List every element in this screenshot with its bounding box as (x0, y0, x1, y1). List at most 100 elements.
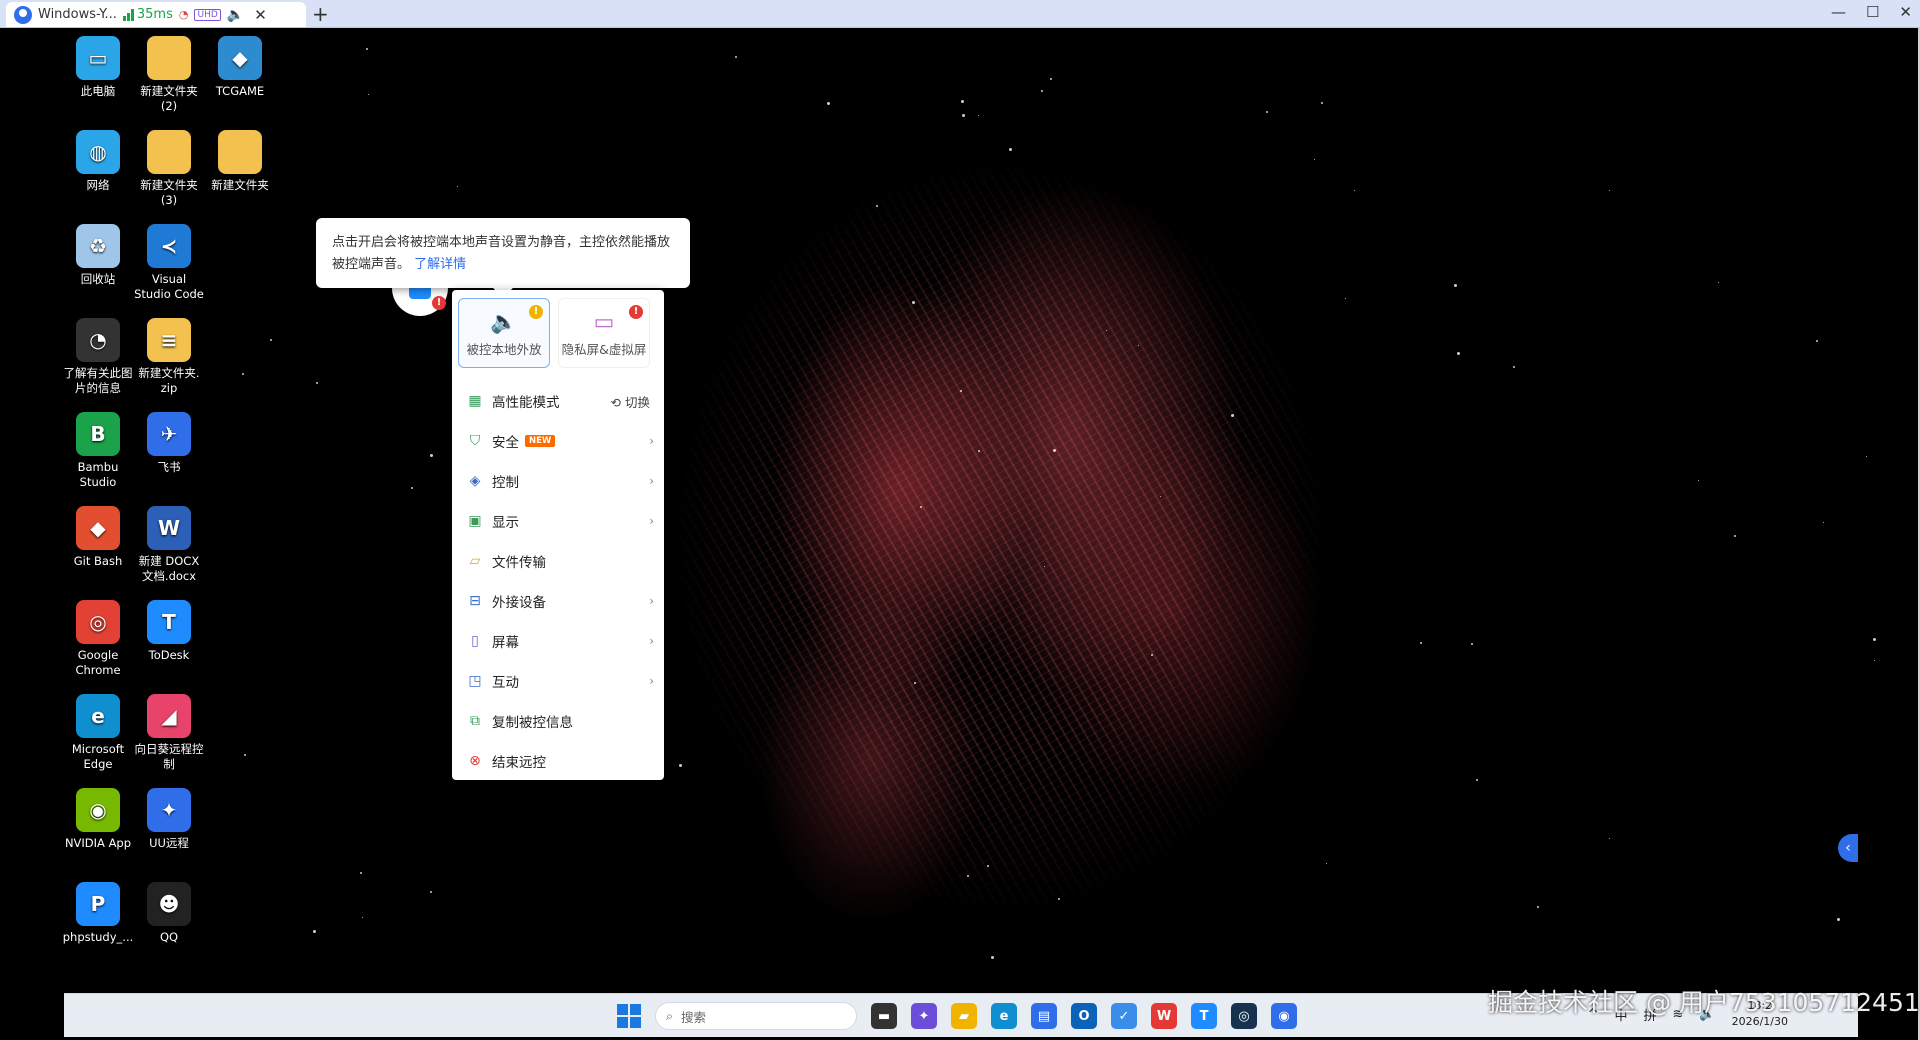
desktop-icon-tcgame[interactable]: ◆ TCGAME (204, 36, 276, 99)
desktop-icon-phpstudy[interactable]: Pphpstudy_... (62, 882, 134, 945)
task-view-icon[interactable]: ▬ (871, 1003, 897, 1029)
quality-badge[interactable]: UHD (194, 8, 221, 21)
lark-icon[interactable]: ✓ (1111, 1003, 1137, 1029)
desktop-icon-word-doc[interactable]: W 新建 DOCX 文档.docx (133, 506, 205, 584)
desktop-icon-label: 网络 (86, 178, 110, 192)
desktop-icon-folder[interactable]: 新建文件夹 (2) (133, 36, 205, 114)
desktop-icon-label: 新建 DOCX 文档.docx (138, 554, 200, 583)
chrome-icon: ◎ (76, 600, 120, 644)
desktop-icon-nvidia[interactable]: ◉ NVIDIA App (62, 788, 134, 851)
menu-item-performance[interactable]: ▦ 高性能模式 ⟲ 切换 (452, 381, 664, 421)
desktop-icon-network[interactable]: ◍ 网络 (62, 130, 134, 193)
steam-icon[interactable]: ◎ (1231, 1003, 1257, 1029)
desktop-icon-zip-folder[interactable]: ≡ 新建文件夹. zip (133, 318, 205, 396)
chevron-right-icon: › (649, 594, 654, 608)
menu-item-security[interactable]: ⛉ 安全 NEW › (452, 421, 664, 461)
switch-label: 切换 (624, 394, 650, 410)
feishu-icon: ✈ (147, 412, 191, 456)
local-speaker-card[interactable]: 🔈 被控本地外放 ! (458, 298, 550, 368)
switch-mode-button[interactable]: ⟲ 切换 (611, 392, 650, 411)
add-tab-button[interactable]: + (312, 2, 329, 26)
record-icon[interactable]: ◔ (179, 8, 189, 21)
close-window-button[interactable]: ✕ (1899, 3, 1912, 21)
latency-value: 35ms (136, 7, 173, 22)
menu-item-peripherals[interactable]: ⊟ 外接设备 › (452, 581, 664, 621)
speaker-icon[interactable]: 🔈 (227, 7, 244, 23)
wallpaper-particles (650, 158, 1350, 918)
network-icon: ◍ (76, 130, 120, 174)
desktop-icon-folder[interactable]: 新建文件夹 (3) (133, 130, 205, 208)
star (977, 114, 979, 116)
collapse-sidebar-button[interactable]: ‹ (1838, 834, 1858, 862)
new-badge: NEW (525, 435, 556, 447)
star (1815, 339, 1818, 342)
star (1536, 906, 1539, 909)
desktop-icon-bambu[interactable]: B Bambu Studio (62, 412, 134, 490)
desktop-icon-folder[interactable]: 新建文件夹 (204, 130, 276, 193)
menu-item-control[interactable]: ◈ 控制 › (452, 461, 664, 501)
desktop-icon-label: Microsoft Edge (71, 742, 125, 771)
desktop-icon-edge[interactable]: e Microsoft Edge (62, 694, 134, 772)
todesk-icon[interactable]: T (1191, 1003, 1217, 1029)
star (1326, 862, 1328, 864)
desktop-icon-monitor[interactable]: ▭ 此电脑 (62, 36, 134, 99)
star (244, 754, 247, 757)
store-icon[interactable]: ▤ (1031, 1003, 1057, 1029)
display-icon: ▣ (468, 513, 482, 529)
star (1313, 158, 1315, 160)
desktop-icon-recycle-bin[interactable]: ♻ 回收站 (62, 224, 134, 287)
desktop-icon-git[interactable]: ◆ Git Bash (62, 506, 134, 569)
info-icon: ◔ (76, 318, 120, 362)
git-icon: ◆ (76, 506, 120, 550)
peripheral-icon: ⊟ (469, 593, 481, 609)
menu-item-interact[interactable]: ◳ 互动 › (452, 661, 664, 701)
wps-icon[interactable]: W (1151, 1003, 1177, 1029)
maximize-button[interactable]: ☐ (1866, 3, 1879, 21)
browser-icon[interactable]: ◉ (1271, 1003, 1297, 1029)
menu-item-screen[interactable]: ▯ 屏幕 › (452, 621, 664, 661)
star (430, 454, 434, 458)
desktop-icon-feishu[interactable]: ✈ 飞书 (133, 412, 205, 475)
menu-item-file-transfer[interactable]: ▱ 文件传输 (452, 541, 664, 581)
qq-icon: ☻ (147, 882, 191, 926)
star (1873, 637, 1877, 641)
minimize-button[interactable]: — (1831, 3, 1846, 21)
edge-icon[interactable]: e (991, 1003, 1017, 1029)
desktop-icon-chrome[interactable]: ◎ Google Chrome (62, 600, 134, 678)
menu-item-label: 互动 (492, 675, 519, 691)
menu-item-copy-info[interactable]: ⧉ 复制被控信息 (452, 701, 664, 741)
desktop-icon-info[interactable]: ◔ 了解有关此图 片的信息 (62, 318, 134, 396)
todesk-icon: T (147, 600, 191, 644)
start-button-icon[interactable] (617, 1004, 641, 1028)
grid-icon: ▦ (468, 393, 482, 409)
desktop-icon-label: 新建文件夹. zip (138, 366, 200, 395)
remote-session-tab[interactable]: Windows-Y... 35ms ◔ UHD 🔈 ✕ (6, 2, 306, 27)
menu-item-end-session[interactable]: ⊗ 结束远控 (452, 741, 664, 781)
star (1734, 535, 1737, 537)
desktop-icon-todesk[interactable]: T ToDesk (133, 600, 205, 663)
desktop-icon-sunlogin[interactable]: ◢ 向日葵远程控 制 (133, 694, 205, 772)
desktop-icon-label: UU远程 (149, 836, 189, 850)
learn-more-link[interactable]: 了解详情 (414, 257, 466, 272)
close-tab-icon[interactable]: ✕ (254, 6, 267, 24)
menu-item-label: 高性能模式 (492, 395, 560, 411)
alert-badge: ! (432, 296, 446, 310)
star (313, 929, 317, 933)
privacy-screen-card[interactable]: ▭ 隐私屏&虚拟屏 ! (558, 298, 650, 368)
star (1512, 365, 1515, 368)
layers-icon: ◈ (469, 473, 481, 489)
desktop-icon-uu-remote[interactable]: ✦ UU远程 (133, 788, 205, 851)
card-label: 被控本地外放 (466, 342, 542, 357)
star (365, 48, 368, 51)
outlook-icon[interactable]: O (1071, 1003, 1097, 1029)
menu-item-display[interactable]: ▣ 显示 › (452, 501, 664, 541)
desktop-icon-label: TCGAME (215, 84, 265, 98)
folder-icon (147, 36, 191, 80)
remote-desktop[interactable]: ▭ 此电脑 新建文件夹 (2) ◆ TCGAME ◍ 网络 新建文件夹 (3) 新建文件夹 ♻ 回收… (0, 28, 1920, 1040)
chevron-right-icon: › (649, 674, 654, 688)
file-explorer-icon[interactable]: ▰ (951, 1003, 977, 1029)
taskbar-search[interactable]: ⌕ 搜索 (655, 1002, 857, 1030)
desktop-icon-qq[interactable]: ☻ QQ (133, 882, 205, 945)
copilot-icon[interactable]: ✦ (911, 1003, 937, 1029)
desktop-icon-vscode[interactable]: ≺ Visual Studio Code (133, 224, 205, 302)
